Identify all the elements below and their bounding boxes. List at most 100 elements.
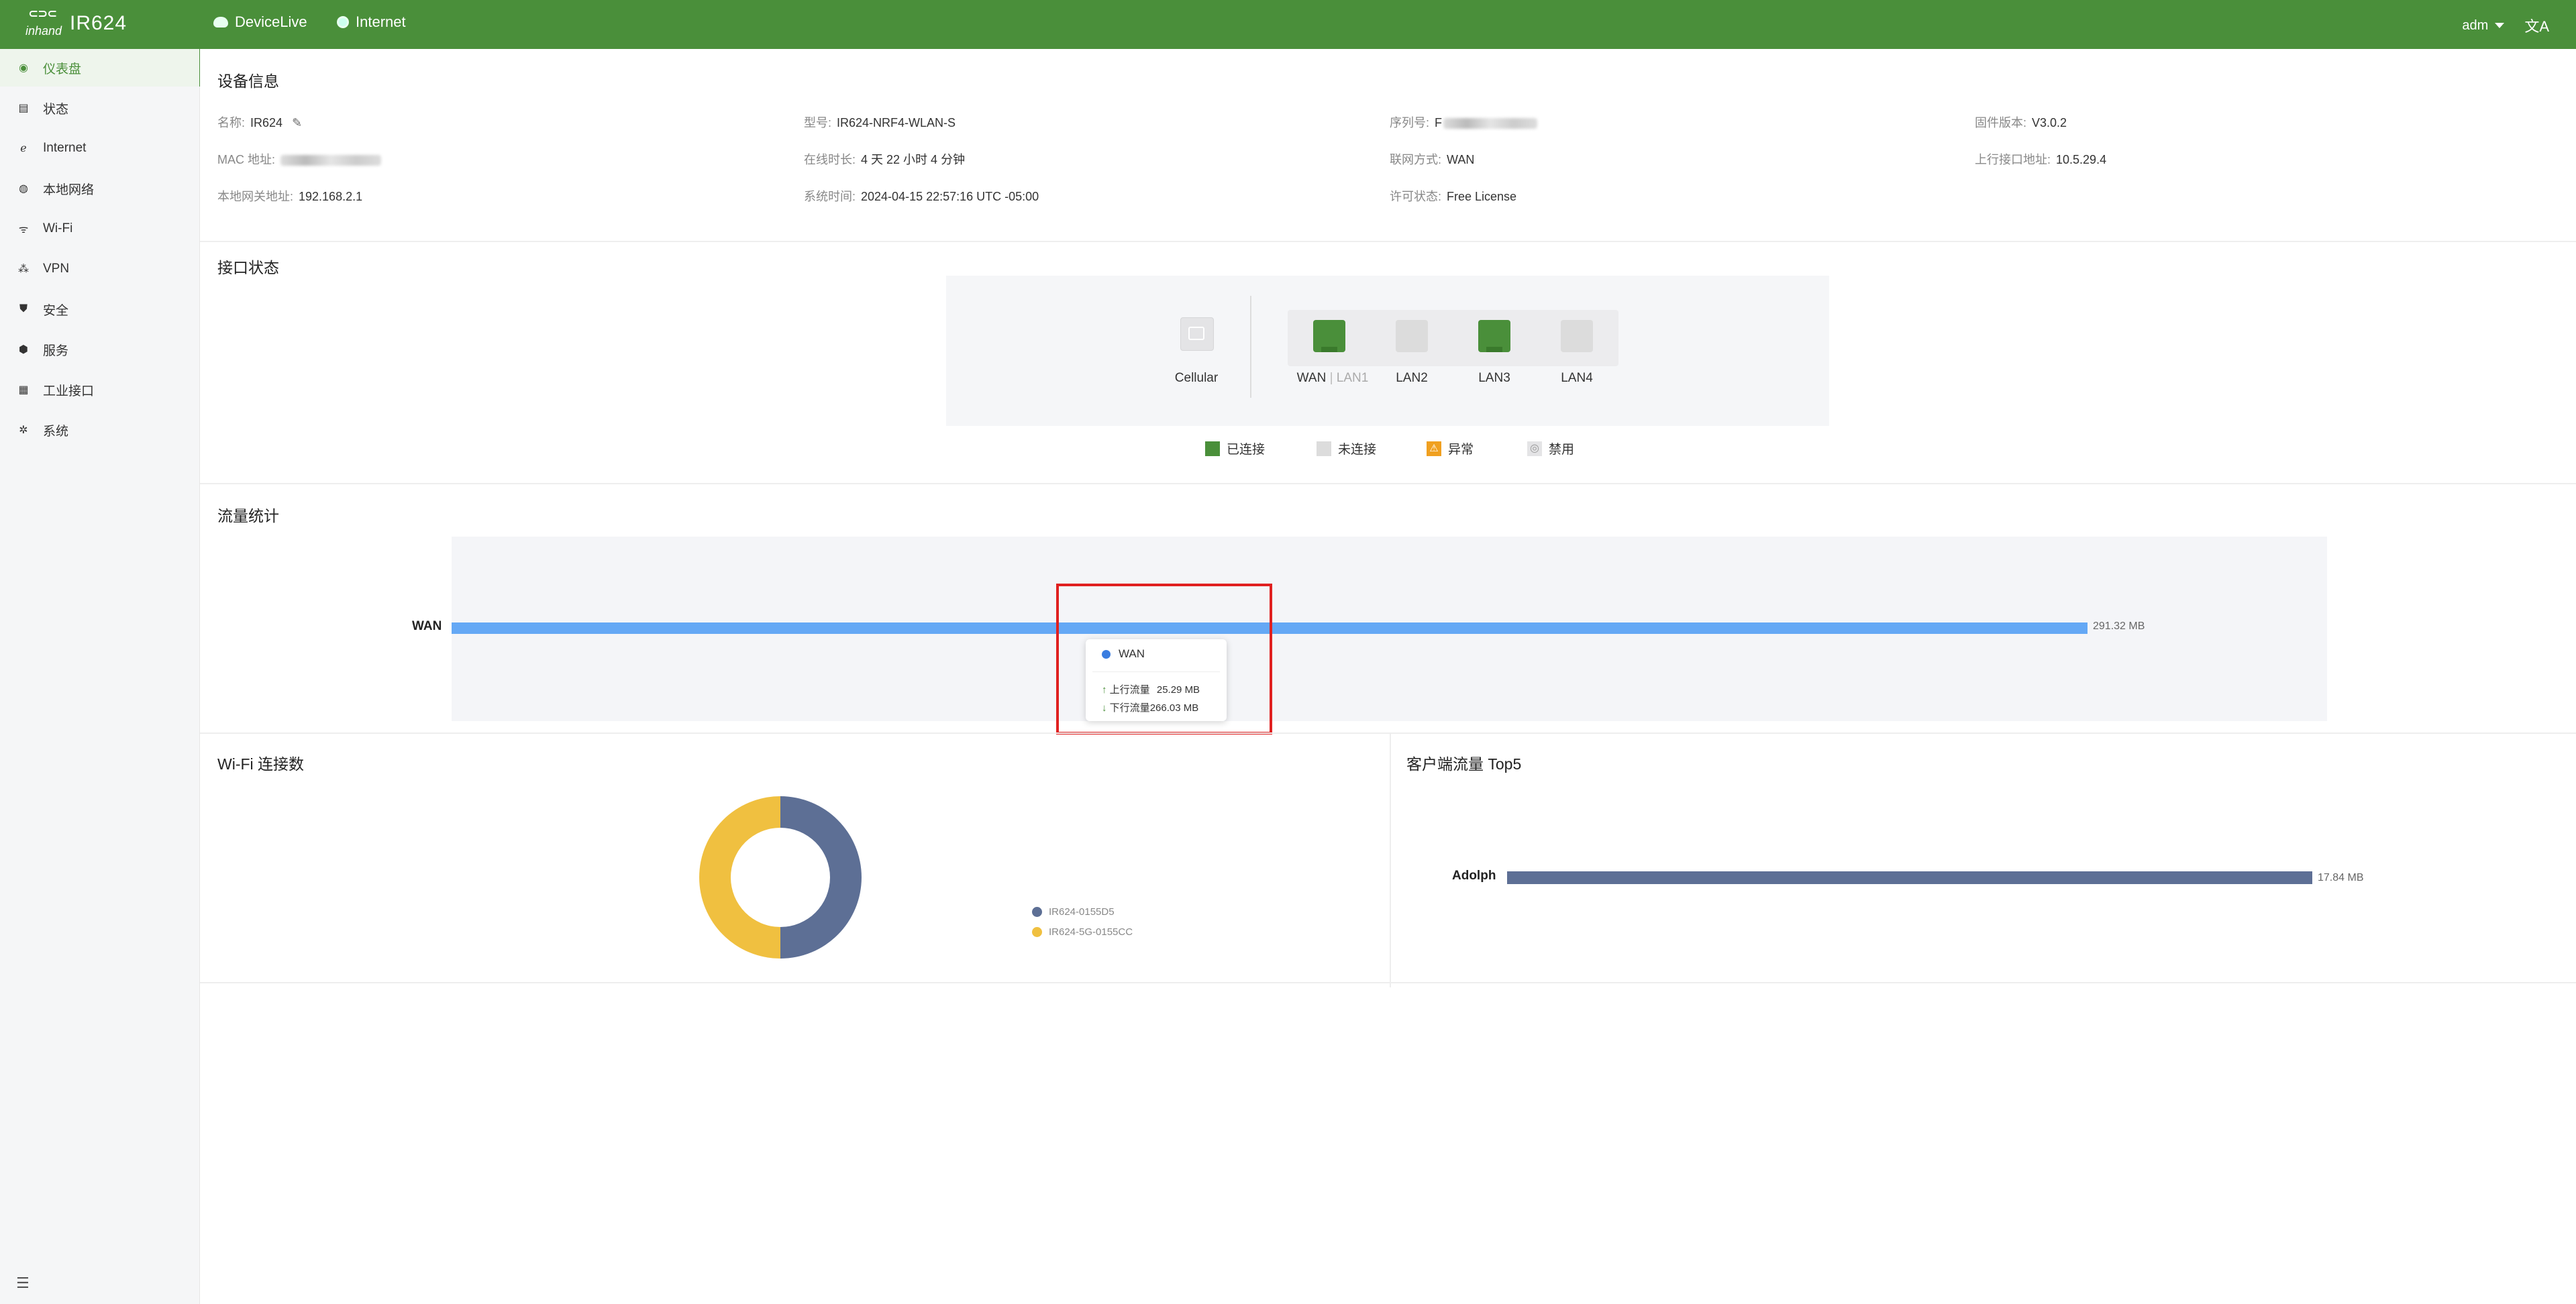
user-name: adm (2462, 17, 2489, 33)
network-mode-value: WAN (1447, 153, 1475, 166)
section-divider (200, 982, 2576, 983)
firmware-row: 固件版本: V3.0.2 (1975, 113, 2067, 131)
redacted-serial (1443, 118, 1538, 129)
lan3-label: LAN3 (1478, 371, 1510, 385)
disconnected-swatch (1317, 441, 1331, 456)
mac-label: MAC 地址: (217, 153, 276, 166)
sidebar-item-industrial-port[interactable]: ▦ 工业接口 (0, 371, 199, 409)
serial-value: F (1435, 116, 1443, 129)
security-icon: ⛊ (19, 303, 28, 315)
legend-dot (1032, 907, 1042, 917)
system-time-value: 2024-04-15 22:57:16 UTC -05:00 (861, 190, 1039, 203)
lan4-port[interactable] (1561, 320, 1593, 352)
sidebar-item-vpn[interactable]: ⁂ VPN (0, 250, 199, 288)
license-value: Free License (1447, 190, 1517, 203)
model-value: IR624-NRF4-WLAN-S (837, 116, 956, 129)
legend-disconnected: 未连接 (1317, 439, 1376, 457)
traffic-title: 流量统计 (217, 507, 279, 525)
uplink-ip-label: 上行接口地址: (1975, 153, 2051, 166)
uplink-ip-value: 10.5.29.4 (2056, 153, 2107, 166)
redacted-mac (280, 155, 382, 166)
disabled-label: 禁用 (1549, 443, 1575, 457)
cellular-label: Cellular (1174, 371, 1219, 385)
vpn-icon: ⁂ (18, 264, 29, 275)
interface-divider (1250, 296, 1251, 398)
dashboard-icon: ◉ (19, 62, 28, 74)
panel-divider (1390, 734, 1391, 987)
section-divider (200, 483, 2576, 484)
sidebar-item-status[interactable]: ▤ 状态 (0, 89, 199, 127)
gateway-row: 本地网关地址: 192.168.2.1 (217, 187, 362, 205)
user-menu[interactable]: adm (2462, 17, 2505, 34)
devicelive-label: DeviceLive (235, 13, 307, 30)
warning-icon: ⚠ (1427, 441, 1441, 456)
sidebar-item-system[interactable]: ✲ 系统 (0, 411, 199, 449)
sidebar-item-security[interactable]: ⛊ 安全 (0, 290, 199, 328)
client-value-label: 17.84 MB (2318, 872, 2364, 883)
legend-label: IR624-0155D5 (1049, 906, 1115, 918)
wan-port[interactable] (1313, 320, 1345, 352)
wan-label: WAN | LAN1 (1289, 371, 1376, 386)
sidebar-item-label: 系统 (43, 424, 69, 439)
lan3-port[interactable] (1478, 320, 1510, 352)
status-icon: ▤ (18, 103, 29, 114)
highlight-box (1056, 584, 1272, 735)
sidebar-item-label: 状态 (43, 102, 69, 117)
logo-mark: ⊂⊃⊂ (28, 7, 57, 20)
sidebar: ◉ 仪表盘 ▤ 状态 ℯ Internet ◍ 本地网络 ᯤ Wi-Fi ⁂ V… (0, 49, 202, 1304)
connected-swatch (1205, 441, 1220, 456)
sidebar-item-service[interactable]: ⬢ 服务 (0, 331, 199, 368)
system-time-label: 系统时间: (804, 190, 856, 203)
wifi-title: Wi-Fi 连接数 (217, 755, 305, 773)
legend-connected: 已连接 (1205, 439, 1265, 457)
firmware-value: V3.0.2 (2032, 116, 2067, 129)
abnormal-label: 异常 (1448, 443, 1474, 457)
wifi-donut-chart (699, 796, 862, 959)
lan2-port[interactable] (1396, 320, 1428, 352)
sidebar-item-wifi[interactable]: ᯤ Wi-Fi (0, 210, 199, 248)
device-info-title: 设备信息 (217, 72, 279, 90)
system-time-row: 系统时间: 2024-04-15 22:57:16 UTC -05:00 (804, 187, 1039, 205)
lan1-alt-name: LAN1 (1336, 371, 1369, 385)
name-label: 名称: (217, 116, 246, 129)
traffic-category-label: WAN (412, 619, 442, 633)
system-icon: ✲ (19, 425, 28, 436)
brand[interactable]: ⊂⊃⊂ inhand IR624 (25, 7, 127, 40)
language-icon[interactable]: 文A (2524, 15, 2549, 36)
sidebar-item-local-network[interactable]: ◍ 本地网络 (0, 170, 199, 207)
client-bar-adolph[interactable] (1507, 871, 2312, 884)
donut-legend-item-1: IR624-0155D5 (1032, 906, 1115, 918)
devicelive-status[interactable]: DeviceLive (213, 13, 307, 31)
menu-collapse-icon[interactable]: ☰ (16, 1274, 30, 1292)
internet-status[interactable]: Internet (337, 13, 406, 31)
sidebar-item-label: Wi-Fi (43, 221, 73, 235)
model-label: 型号: (804, 116, 832, 129)
donut-slice-2[interactable] (699, 796, 780, 959)
mac-row: MAC 地址: (217, 150, 382, 168)
service-icon: ⬢ (19, 344, 28, 356)
edit-icon[interactable]: ✎ (292, 116, 302, 130)
wan-name: WAN (1296, 371, 1327, 385)
sidebar-item-dashboard[interactable]: ◉ 仪表盘 (0, 49, 202, 87)
globe-icon (337, 16, 349, 28)
product-name: IR624 (70, 12, 127, 34)
cellular-port[interactable] (1180, 317, 1214, 351)
industrial-port-icon: ▦ (18, 384, 29, 396)
gateway-value: 192.168.2.1 (299, 190, 363, 203)
internet-icon: ℯ (20, 143, 27, 154)
sidebar-item-internet[interactable]: ℯ Internet (0, 129, 199, 167)
inhand-logo: ⊂⊃⊂ inhand (25, 7, 62, 40)
uptime-value: 4 天 22 小时 4 分钟 (861, 153, 966, 166)
network-mode-label: 联网方式: (1390, 153, 1442, 166)
donut-slice-1[interactable] (780, 796, 862, 959)
legend-abnormal: ⚠ 异常 (1427, 439, 1474, 457)
sidebar-item-label: 服务 (43, 343, 69, 358)
disconnected-label: 未连接 (1338, 443, 1377, 457)
legend-disabled: ◎ 禁用 (1527, 439, 1574, 457)
license-row: 许可状态: Free License (1390, 187, 1516, 205)
cloud-icon (213, 17, 228, 28)
firmware-label: 固件版本: (1975, 116, 2027, 129)
wifi-icon: ᯤ (18, 224, 29, 235)
sidebar-item-label: 本地网络 (43, 182, 95, 197)
uptime-row: 在线时长: 4 天 22 小时 4 分钟 (804, 150, 965, 168)
